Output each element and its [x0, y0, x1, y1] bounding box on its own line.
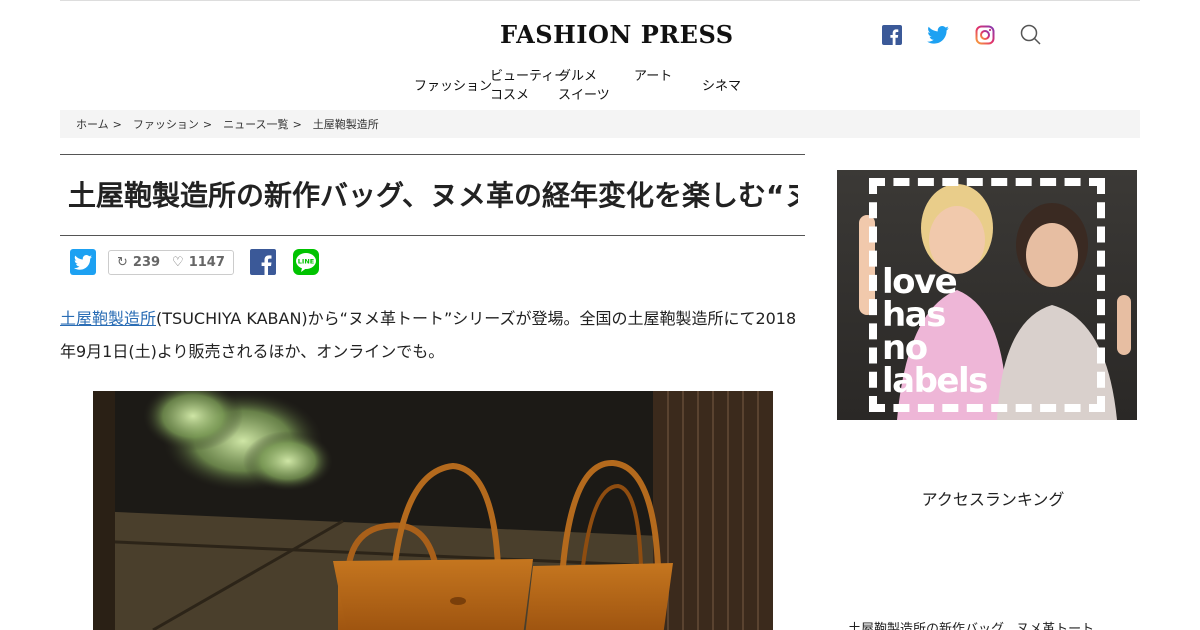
- retweet-icon: ↻: [117, 254, 128, 270]
- instagram-icon[interactable]: [974, 24, 996, 46]
- retweet-count: 239: [132, 254, 161, 270]
- nav-gourmet[interactable]: グルメ スイーツ: [558, 67, 610, 105]
- title-rule-top: [60, 154, 805, 155]
- share-bar: ↻ 239 ♡ 1147 LINE: [70, 249, 319, 275]
- nav-cinema[interactable]: シネマ: [702, 77, 741, 96]
- sidebar-section-title: アクセスランキング: [921, 490, 1065, 509]
- facebook-share-button[interactable]: [249, 249, 276, 275]
- brand-link[interactable]: 土屋鞄製造所: [60, 309, 156, 328]
- breadcrumb: ホーム > ファッション > ニュース一覧 > 土屋鞄製造所: [60, 110, 1140, 138]
- breadcrumb-separator: >: [292, 118, 302, 131]
- tote-bags-photo: [93, 391, 773, 630]
- twitter-share-button[interactable]: [70, 249, 96, 275]
- nav-label: コスメ: [490, 88, 530, 103]
- breadcrumb-item-home[interactable]: ホーム >: [76, 116, 122, 132]
- breadcrumb-item-brand[interactable]: 土屋鞄製造所: [313, 116, 379, 132]
- breadcrumb-separator: >: [112, 118, 122, 131]
- breadcrumb-item-fashion[interactable]: ファッション >: [133, 116, 212, 132]
- nav-beauty[interactable]: ビューティー コスメ: [490, 67, 567, 105]
- breadcrumb-label: ニュース一覧: [223, 118, 289, 131]
- breadcrumb-label: ファッション: [132, 118, 199, 131]
- nav-label: アート: [634, 69, 673, 84]
- twitter-icon: [74, 254, 92, 270]
- facebook-icon: [261, 255, 272, 275]
- nav-fashion[interactable]: ファッション: [414, 77, 492, 96]
- nav-label: ファッション: [414, 79, 493, 94]
- article-title: 土屋鞄製造所の新作バッグ、ヌメ革の経年変化を楽しむ“ヌメ革トート”シリーズ: [68, 179, 798, 212]
- breadcrumb-item-news[interactable]: ニュース一覧 >: [223, 116, 302, 132]
- like-count: 1147: [188, 254, 225, 270]
- twitter-icon[interactable]: [927, 24, 949, 46]
- ad-slogan: love has no labels: [882, 265, 988, 401]
- search-icon[interactable]: [1020, 24, 1042, 46]
- lead-text: (TSUCHIYA KABAN)から“ヌメ革トート”シリーズが登場。全国の土屋鞄…: [60, 309, 797, 361]
- top-rule: [60, 0, 1140, 1]
- sidebar-ad[interactable]: love has no labels: [837, 170, 1137, 420]
- line-share-button[interactable]: LINE: [292, 249, 319, 275]
- site-logo[interactable]: FASHION PRESS: [500, 20, 733, 52]
- nav-label: グルメ: [558, 69, 598, 84]
- nav-label: スイーツ: [558, 88, 610, 103]
- sidebar-list-item[interactable]: 土屋鞄製造所の新作バッグ、ヌメ革トート: [848, 618, 1094, 630]
- nav-label: ビューティー: [490, 69, 568, 84]
- ad-slogan-line: labels: [882, 361, 988, 401]
- breadcrumb-separator: >: [202, 118, 213, 131]
- breadcrumb-label: ホーム: [76, 118, 109, 131]
- article-hero-image[interactable]: [93, 391, 773, 630]
- article-lead: 土屋鞄製造所(TSUCHIYA KABAN)から“ヌメ革トート”シリーズが登場。…: [60, 302, 800, 368]
- svg-text:LINE: LINE: [298, 258, 314, 266]
- facebook-icon[interactable]: [881, 24, 903, 46]
- line-icon: LINE: [295, 253, 316, 272]
- title-rule-bottom: [60, 235, 805, 236]
- nav-art[interactable]: アート: [634, 67, 672, 86]
- share-counts[interactable]: ↻ 239 ♡ 1147: [108, 249, 234, 275]
- breadcrumb-label: 土屋鞄製造所: [312, 118, 379, 131]
- nav-label: シネマ: [702, 79, 742, 94]
- heart-icon: ♡: [172, 254, 184, 270]
